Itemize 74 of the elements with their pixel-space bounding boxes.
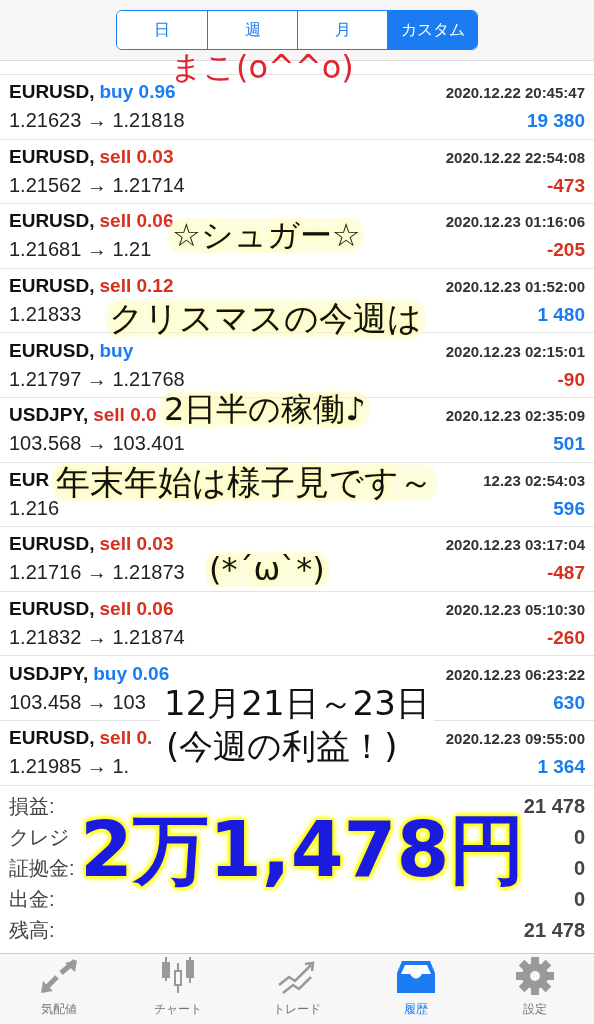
deal-profit: -487 — [546, 562, 585, 585]
deal-prices: 1.21833 — [9, 303, 82, 327]
period-tab[interactable]: 週 — [207, 11, 297, 49]
deal-symbol: EURUSD, — [9, 210, 95, 233]
summary-label: 証拠金: — [9, 855, 75, 881]
inbox-tray-icon — [395, 959, 436, 995]
summary-value: 21 478 — [523, 918, 585, 942]
deal-type: buy 0.06 — [93, 662, 170, 685]
deal-prices: 1.21985 → 1. — [9, 755, 130, 779]
deal-symbol: USDJPY, — [9, 404, 89, 427]
deal-prices: 1.21832 → 1.21874 — [9, 626, 185, 650]
nav-tab[interactable]: 履歴 — [356, 954, 476, 1024]
deal-profit: 1 480 — [537, 304, 585, 327]
deal-time: 2020.12.23 09:55:00 — [445, 730, 585, 748]
deal-time: 12.23 02:54:03 — [483, 471, 585, 489]
deal-profit: 19 380 — [526, 110, 585, 133]
nav-tab[interactable]: 設定 — [475, 954, 594, 1024]
deal-time: 2020.12.23 01:16:06 — [445, 213, 585, 231]
deal-type: sell 0.06 — [99, 598, 174, 621]
nav-tab[interactable]: チャート — [118, 954, 238, 1024]
summary-value: 21 478 — [523, 794, 585, 818]
deal-time: 2020.12.23 02:15:01 — [445, 342, 585, 360]
deal-time: 2020.12.23 02:35:09 — [445, 407, 585, 425]
deal-time: 2020.12.23 01:52:00 — [445, 278, 585, 296]
period-tab[interactable]: 月 — [297, 11, 387, 49]
nav-tab[interactable]: 気配値 — [0, 954, 119, 1024]
trend-line-icon — [277, 959, 317, 995]
summary-label: 損益: — [9, 793, 55, 819]
deal-symbol: EURUSD, — [9, 533, 95, 556]
deal-profit: 1 364 — [537, 756, 585, 779]
deal-symbol: EURUSD, — [9, 598, 95, 621]
deal-prices: 1.21562 → 1.21714 — [9, 173, 185, 197]
deal-symbol: USDJPY, — [9, 662, 89, 685]
summary-label: 出金: — [9, 886, 55, 912]
deal-profit: 630 — [553, 691, 585, 714]
deal-time: 2020.12.23 05:10:30 — [445, 601, 585, 619]
deal-profit: -473 — [546, 174, 585, 197]
diagonal-arrows-icon — [39, 959, 80, 995]
deal-symbol: EURUSD, — [9, 275, 95, 298]
deal-profit: 501 — [553, 433, 585, 456]
deal-type: sell 0.03 — [99, 533, 174, 556]
deal-profit: -90 — [557, 368, 585, 391]
deal-symbol: EURUSD, — [9, 339, 95, 362]
deal-time: 2020.12.22 20:45:47 — [445, 84, 585, 102]
nav-tab[interactable]: トレード — [237, 954, 357, 1024]
deal-symbol: EURUSD, — [9, 145, 95, 168]
deal-prices: 1.21716 → 1.21873 — [9, 561, 185, 585]
deal-profit: -205 — [546, 239, 585, 262]
summary-value: 0 — [573, 887, 585, 911]
deal-prices: 1.21797 → 1.21768 — [9, 367, 185, 391]
summary-label: クレジ — [9, 824, 69, 850]
deal-symbol: EURUSD, — [9, 727, 95, 750]
deal-prices: 1.21623 → 1.21818 — [9, 109, 185, 133]
period-tab[interactable]: カスタム — [387, 11, 477, 49]
deal-profit: 596 — [553, 497, 585, 520]
deal-profit: -260 — [546, 627, 585, 650]
deal-type: sell 0.12 — [99, 275, 174, 298]
deal-prices: 103.568 → 103.401 — [9, 432, 185, 456]
summary-value: 0 — [573, 856, 585, 880]
period-tab[interactable]: 日 — [117, 11, 207, 49]
deal-symbol: EURUSD, — [9, 81, 95, 104]
deal-time: 2020.12.22 22:54:08 — [445, 148, 585, 166]
deal-type: sell 0. — [99, 727, 153, 750]
deal-type: sell 0.0 — [93, 404, 157, 427]
summary-label: 残高: — [9, 917, 55, 943]
deal-prices: 103.458 → 103 — [9, 690, 146, 714]
deal-prices: 1.21681 → 1.21 — [9, 238, 152, 262]
deal-time: 2020.12.23 06:23:22 — [445, 665, 585, 683]
summary-value: 0 — [573, 825, 585, 849]
deal-symbol: EUR — [9, 468, 50, 491]
gear-icon — [515, 957, 554, 995]
deal-type: buy — [99, 339, 134, 362]
deal-type: sell 0.03 — [99, 145, 174, 168]
deal-time: 2020.12.23 03:17:04 — [445, 536, 585, 554]
